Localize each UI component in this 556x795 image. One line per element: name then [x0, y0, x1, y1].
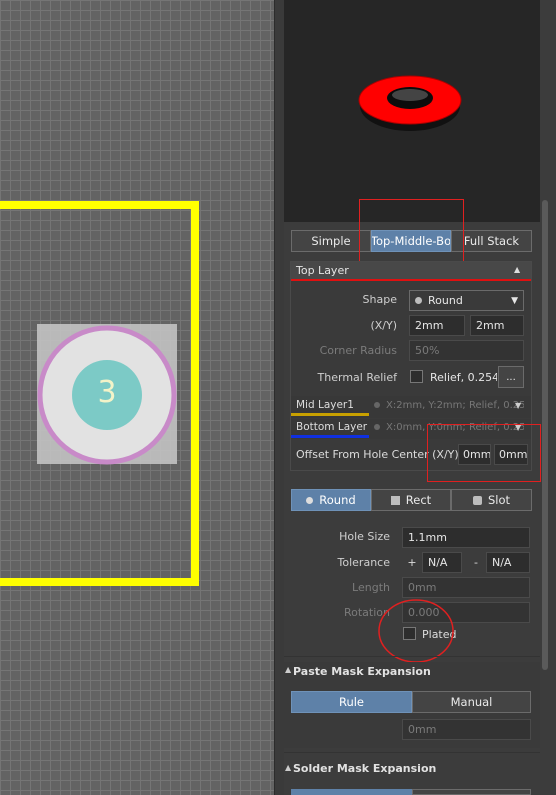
- canvas-drawing: [0, 201, 199, 586]
- hole-type-round-label: Round: [319, 493, 356, 507]
- size-y-input[interactable]: 2mm: [470, 315, 524, 336]
- hole-size-label: Hole Size: [339, 530, 390, 543]
- hole-type-slot-label: Slot: [487, 493, 511, 507]
- corner-radius-input[interactable]: 50%: [409, 340, 524, 361]
- bottom-layer-shape-icon: [374, 424, 380, 430]
- round-shape-icon: [415, 297, 422, 304]
- pad-3d-preview: [284, 0, 540, 222]
- scrollbar-thumb[interactable]: [542, 200, 548, 670]
- mid-layer-summary: X:2mm, Y:2mm; Relief, 0.25: [374, 400, 524, 411]
- size-x-input[interactable]: 2mm: [409, 315, 465, 336]
- mid-layer-chevron-icon[interactable]: ▼: [515, 401, 521, 410]
- shape-dropdown[interactable]: Round ▼: [409, 290, 524, 311]
- thermal-relief-label: Thermal Relief: [317, 371, 397, 384]
- hole-type-slot[interactable]: Slot: [451, 489, 532, 511]
- hole-type-round[interactable]: Round: [291, 489, 371, 511]
- paste-mask-value-input[interactable]: 0mm: [402, 719, 531, 740]
- bottom-layer-color-bar: [291, 435, 369, 438]
- mid-layer-shape-icon: [374, 402, 380, 408]
- thermal-relief-checkbox[interactable]: [410, 370, 423, 383]
- expand-triangle-icon[interactable]: ▲: [285, 763, 291, 772]
- tolerance-minus-sign: -: [474, 556, 478, 569]
- divider: [284, 656, 540, 657]
- top-layer-color-bar: [291, 279, 531, 281]
- solder-mask-rule-button[interactable]: [291, 789, 412, 795]
- thermal-relief-more-button[interactable]: ...: [498, 366, 524, 388]
- slot-hole-icon: [472, 495, 482, 505]
- xy-label: (X/Y): [370, 319, 397, 332]
- tolerance-plus-input[interactable]: N/A: [422, 552, 462, 573]
- corner-radius-label: Corner Radius: [319, 344, 397, 357]
- pad-number: 3: [97, 375, 117, 410]
- pad-3d-icon: [358, 75, 462, 131]
- pcb-canvas[interactable]: 3: [0, 0, 274, 795]
- solder-mask-manual-button[interactable]: [412, 789, 531, 795]
- paste-mask-manual-button[interactable]: Manual: [412, 691, 531, 713]
- annotation-box-tab: [359, 199, 464, 265]
- hole-type-rect-label: Rect: [405, 493, 432, 507]
- properties-panel: Simple Top-Middle-Bo Full Stack Top Laye…: [284, 0, 556, 795]
- paste-mask-rule-button[interactable]: Rule: [291, 691, 412, 713]
- expand-triangle-icon[interactable]: ▲: [285, 665, 291, 674]
- layer-title: Top Layer: [296, 264, 349, 277]
- mid-layer-label: Mid Layer1: [296, 399, 354, 411]
- tolerance-label: Tolerance: [337, 556, 390, 569]
- annotation-box-offset: [427, 424, 541, 482]
- tolerance-minus-input[interactable]: N/A: [486, 552, 530, 573]
- paste-mask-title: Paste Mask Expansion: [293, 665, 431, 678]
- bottom-layer-label: Bottom Layer: [296, 421, 368, 433]
- mid-layer-value: X:2mm, Y:2mm; Relief, 0.25: [386, 400, 524, 411]
- divider: [284, 752, 540, 753]
- collapse-icon[interactable]: ▲: [514, 265, 520, 274]
- thermal-relief-value: Relief, 0.254r: [426, 367, 498, 388]
- shape-label: Shape: [362, 293, 397, 306]
- mid-layer-color-bar: [291, 413, 369, 416]
- hole-type-rect[interactable]: Rect: [371, 489, 451, 511]
- chevron-down-icon: ▼: [511, 295, 518, 306]
- rect-hole-icon: [390, 495, 400, 505]
- round-hole-icon: [306, 496, 314, 504]
- hole-size-input[interactable]: 1.1mm: [402, 527, 530, 548]
- length-input[interactable]: 0mm: [402, 577, 530, 598]
- shape-value: Round: [428, 294, 463, 307]
- length-label: Length: [352, 581, 390, 594]
- tolerance-plus-sign: +: [407, 556, 417, 569]
- solder-mask-title: Solder Mask Expansion: [293, 762, 437, 775]
